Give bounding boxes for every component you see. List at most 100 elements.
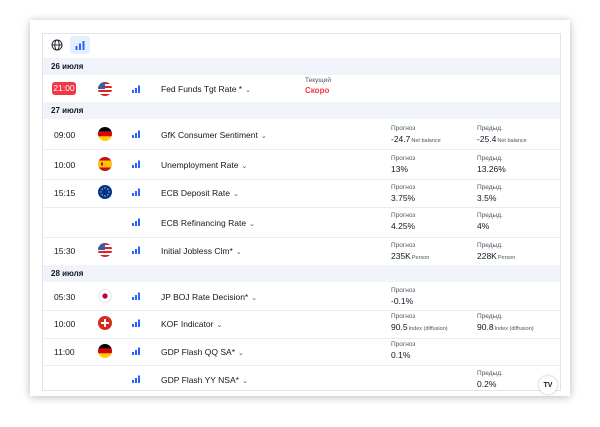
date-label: 26 июля: [51, 62, 84, 71]
forecast-label: Прогноз: [391, 341, 416, 348]
forecast-unit: Net balance: [411, 138, 441, 144]
chevron-down-icon: ⌄: [232, 191, 239, 198]
event-row[interactable]: 09:00 GfK Consumer Sentiment ⌄ Прогноз -2…: [43, 119, 560, 150]
us-flag-icon: [98, 82, 112, 96]
previous-value: 90.8: [477, 322, 494, 332]
globe-icon: [51, 39, 63, 51]
previous-label: Предыд.: [477, 155, 503, 162]
chevron-down-icon: ⌄: [260, 133, 267, 140]
previous-unit: Person: [497, 255, 516, 261]
event-time: 05:30: [54, 292, 76, 302]
event-row[interactable]: 15:15 ECB Deposit Rate ⌄ Прогноз 3.75% Пр…: [43, 179, 560, 208]
forecast-column: Прогноз 235KPerson: [391, 242, 429, 261]
previous-value: 4%: [477, 221, 490, 231]
previous-value: 228K: [477, 251, 497, 261]
chevron-down-icon: ⌄: [251, 295, 258, 302]
event-time: 09:00: [54, 130, 76, 140]
previous-value: 3.5%: [477, 193, 497, 203]
forecast-column: Прогноз 4.25%: [391, 212, 415, 231]
previous-value: 13.26%: [477, 164, 506, 174]
forecast-label: Прогноз: [391, 287, 416, 294]
es-flag-icon: [98, 157, 112, 171]
ch-flag-icon: [98, 316, 112, 330]
importance-bars-icon: [132, 246, 140, 254]
event-name-dropdown[interactable]: GDP Flash QQ SA* ⌄: [161, 347, 244, 357]
current-label: Текущий: [305, 77, 331, 84]
tradingview-logo-text: TV: [543, 381, 553, 389]
forecast-value: 13%: [391, 164, 409, 174]
event-row[interactable]: 15:30 Initial Jobless Clm* ⌄ Прогноз 235K…: [43, 237, 560, 265]
forecast-unit: Index (diffusion): [408, 326, 448, 332]
forecast-label: Прогноз: [391, 125, 416, 132]
event-time: 15:30: [54, 246, 76, 256]
forecast-column: Прогноз -0.1%: [391, 287, 415, 306]
forecast-value: -0.1%: [391, 296, 414, 306]
event-name: GDP Flash QQ SA*: [161, 347, 236, 357]
date-label: 27 июля: [51, 106, 84, 115]
event-name-dropdown[interactable]: Fed Funds Tgt Rate * ⌄: [161, 84, 251, 94]
importance-filter-button[interactable]: [70, 36, 90, 54]
event-name: Initial Jobless Clm*: [161, 246, 233, 256]
previous-column: Предыд. 228KPerson: [477, 242, 515, 261]
event-name: ECB Refinancing Rate: [161, 218, 247, 228]
event-name-dropdown[interactable]: ECB Deposit Rate ⌄: [161, 188, 239, 198]
previous-unit: Index (diffusion): [494, 326, 534, 332]
event-row[interactable]: 11:00 GDP Flash QQ SA* ⌄ Прогноз 0.1%: [43, 338, 560, 366]
event-name: Fed Funds Tgt Rate *: [161, 84, 243, 94]
event-time: 10:00: [54, 319, 76, 329]
current-value: Скоро: [305, 86, 330, 95]
globe-filter-button[interactable]: [47, 36, 67, 54]
forecast-label: Прогноз: [391, 155, 416, 162]
date-label: 28 июля: [51, 269, 84, 278]
previous-value: 0.2%: [477, 379, 497, 389]
previous-label: Предыд.: [477, 212, 503, 219]
current-column: Текущий Скоро: [305, 77, 331, 95]
forecast-value: 90.5: [391, 322, 408, 332]
date-row: 27 июля: [43, 102, 560, 119]
event-row[interactable]: 10:00 Unemployment Rate ⌄ Прогноз 13% Пре…: [43, 149, 560, 180]
previous-unit: Net balance: [497, 138, 527, 144]
forecast-label: Прогноз: [391, 212, 416, 219]
event-name: JP BOJ Rate Decision*: [161, 292, 249, 302]
de-flag-icon: [98, 344, 112, 358]
toolbar: [43, 34, 560, 56]
previous-label: Предыд.: [477, 184, 503, 191]
event-time: 10:00: [54, 160, 76, 170]
event-row[interactable]: GDP Flash YY NSA* ⌄ Предыд. 0.2%: [43, 365, 560, 390]
importance-bars-icon: [132, 347, 140, 355]
event-row[interactable]: ECB Refinancing Rate ⌄ Прогноз 4.25% Пред…: [43, 207, 560, 238]
previous-label: Предыд.: [477, 242, 503, 249]
event-name-dropdown[interactable]: GfK Consumer Sentiment ⌄: [161, 130, 267, 140]
event-row[interactable]: 05:30 JP BOJ Rate Decision* ⌄ Прогноз -0.…: [43, 282, 560, 311]
event-name: GDP Flash YY NSA*: [161, 375, 239, 385]
importance-bars-icon: [132, 292, 140, 300]
event-name-dropdown[interactable]: KOF Indicator ⌄: [161, 319, 222, 329]
chevron-down-icon: ⌄: [245, 87, 251, 94]
de-flag-icon: [98, 127, 112, 141]
event-time: 15:15: [54, 188, 76, 198]
chevron-down-icon: ⌄: [249, 221, 255, 228]
event-name-dropdown[interactable]: ECB Refinancing Rate ⌄: [161, 218, 255, 228]
chevron-down-icon: ⌄: [241, 378, 248, 385]
previous-value: -25.4: [477, 134, 497, 144]
forecast-column: Прогноз -24.7Net balance: [391, 125, 441, 144]
forecast-value: 3.75%: [391, 193, 416, 203]
forecast-value: 0.1%: [391, 350, 411, 360]
event-name-dropdown[interactable]: JP BOJ Rate Decision* ⌄: [161, 292, 257, 302]
event-name: Unemployment Rate: [161, 160, 239, 170]
forecast-unit: Person: [411, 255, 430, 261]
forecast-value: -24.7: [391, 134, 411, 144]
event-time: 21:00: [52, 82, 76, 95]
previous-column: Предыд. 4%: [477, 212, 503, 231]
event-name-dropdown[interactable]: Initial Jobless Clm* ⌄: [161, 246, 242, 256]
event-row[interactable]: 10:00 KOF Indicator ⌄ Прогноз 90.5Index (…: [43, 310, 560, 339]
event-row[interactable]: 21:00 Fed Funds Tgt Rate * ⌄ Текущий Скор…: [43, 75, 560, 103]
tradingview-logo-button[interactable]: TV: [539, 376, 557, 394]
us-flag-icon: [98, 243, 112, 257]
date-row: 26 июля: [43, 58, 560, 75]
event-name-dropdown[interactable]: Unemployment Rate ⌄: [161, 160, 247, 170]
event-name-dropdown[interactable]: GDP Flash YY NSA* ⌄: [161, 375, 248, 385]
forecast-column: Прогноз 13%: [391, 155, 415, 174]
importance-bars-icon: [75, 41, 85, 50]
date-row: 28 июля: [43, 265, 560, 282]
